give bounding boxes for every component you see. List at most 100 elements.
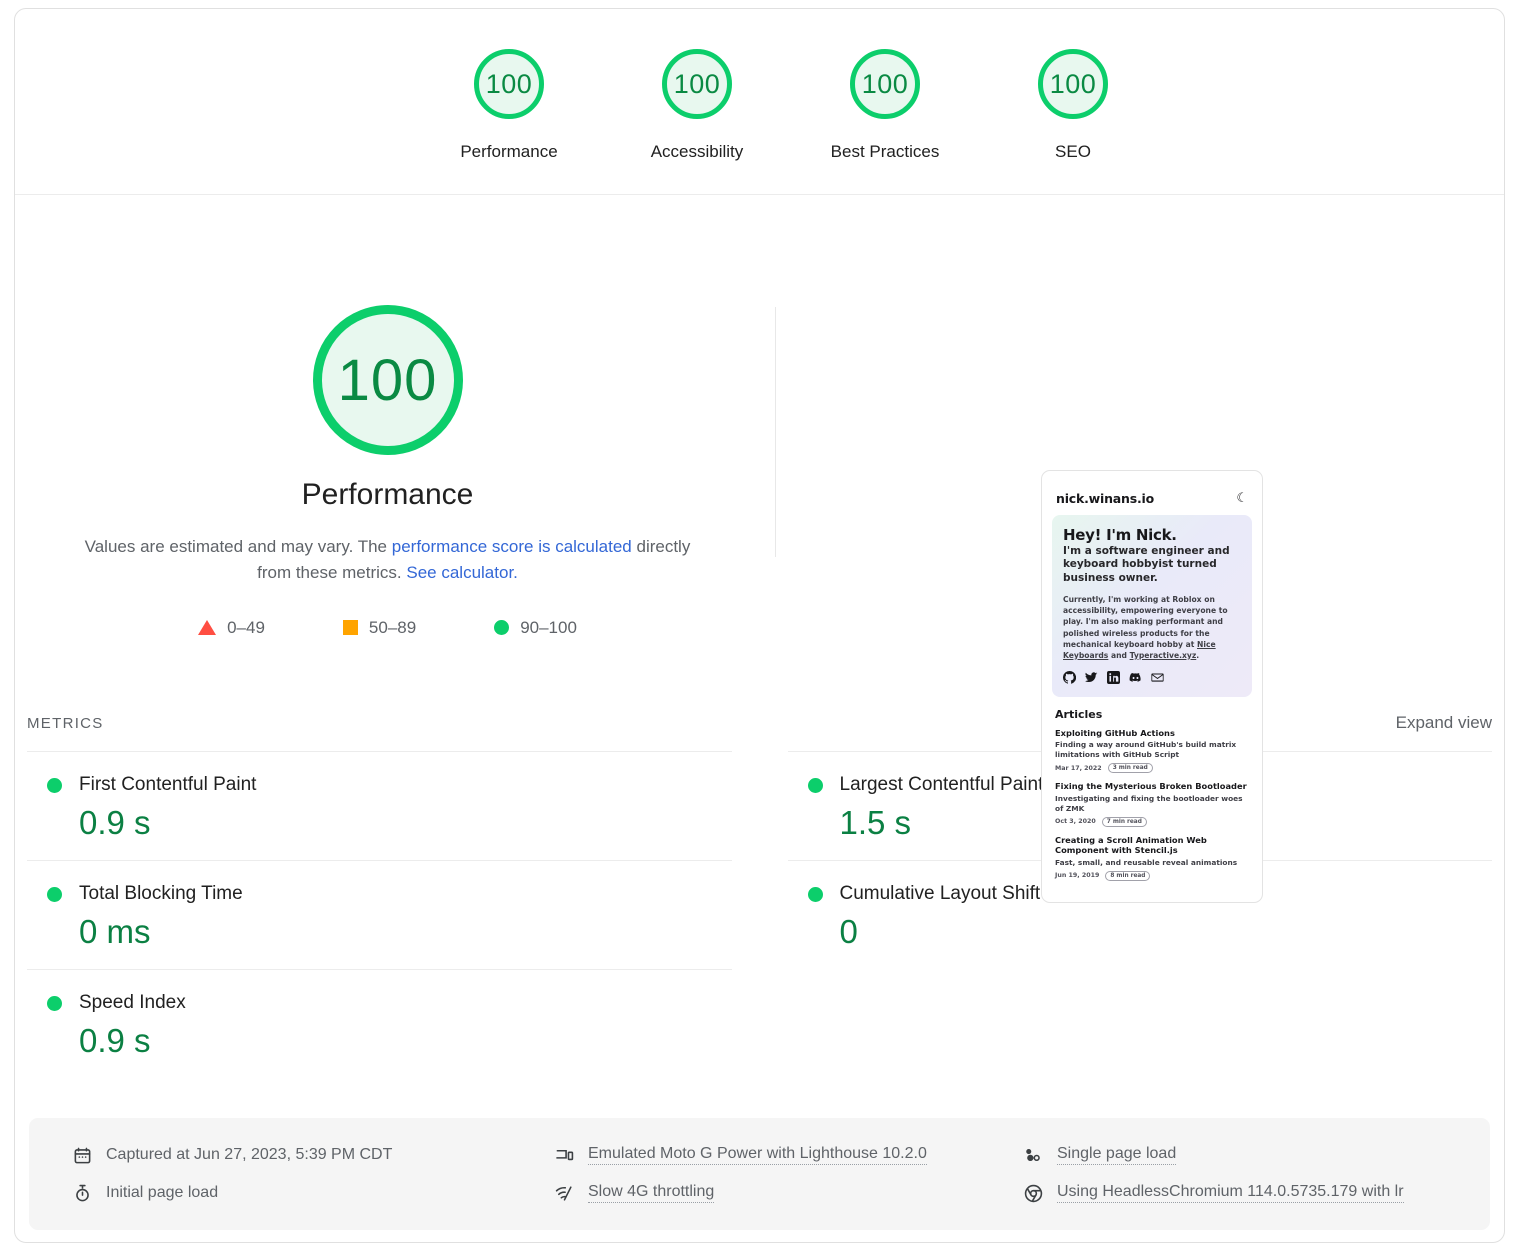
score-label: SEO <box>1055 142 1091 161</box>
article-read-time: 8 min read <box>1105 870 1151 881</box>
device-text[interactable]: Emulated Moto G Power with Lighthouse 10… <box>588 1145 927 1165</box>
category-score-accessibility[interactable]: 100 Accessibility <box>603 49 791 162</box>
devices-icon <box>555 1146 574 1165</box>
footer-column-capture: Captured at Jun 27, 2023, 5:39 PM CDT In… <box>29 1136 529 1212</box>
article-date: Jun 19, 2019 <box>1055 872 1100 880</box>
metric-value: 0 ms <box>79 913 151 950</box>
article-date: Mar 17, 2022 <box>1055 764 1102 772</box>
score-gauge: 100 <box>1038 49 1108 119</box>
article-date: Oct 3, 2020 <box>1055 818 1096 826</box>
score-gauge: 100 <box>474 49 544 119</box>
article-meta: Oct 3, 2020 7 min read <box>1055 816 1249 827</box>
report-card: 100 Performance 100 Accessibility 100 Be… <box>14 8 1505 1243</box>
score-label: Accessibility <box>650 142 744 161</box>
single-page-load-icon <box>1024 1146 1043 1165</box>
metrics-grid-spacer <box>788 969 1493 1078</box>
metrics-grid: First Contentful Paint 0.9 s Largest Con… <box>15 751 1504 1078</box>
desc-text-1: Values are estimated and may vary. The <box>84 537 392 556</box>
metric-value: 0.9 s <box>79 1022 151 1059</box>
lighthouse-report-page: 100 Performance 100 Accessibility 100 Be… <box>0 0 1519 1250</box>
footer-captured-at: Captured at Jun 27, 2023, 5:39 PM CDT <box>73 1136 529 1174</box>
footer-user-agent: Using HeadlessChromium 114.0.5735.179 wi… <box>1024 1174 1490 1212</box>
category-score-best-practices[interactable]: 100 Best Practices <box>791 49 979 162</box>
circle-pass-icon <box>807 886 823 902</box>
triangle-fail-icon <box>198 620 217 636</box>
metric-total-blocking-time[interactable]: Total Blocking Time 0 ms <box>27 860 732 969</box>
score-label: Best Practices <box>830 142 940 161</box>
metric-header: First Contentful Paint <box>27 774 732 796</box>
social-links <box>1063 670 1241 684</box>
article-meta: Mar 17, 2022 3 min read <box>1055 763 1249 774</box>
linkedin-icon <box>1107 670 1120 684</box>
see-calculator-link[interactable]: See calculator. <box>406 563 518 582</box>
metric-header: Speed Index <box>27 992 732 1014</box>
score-gauge: 100 <box>850 49 920 119</box>
legend-range: 0–49 <box>227 617 265 637</box>
throttling-text[interactable]: Slow 4G throttling <box>588 1183 715 1203</box>
footer-column-run: Single page load Using HeadlessChromium … <box>1014 1136 1490 1212</box>
metric-name: Largest Contentful Paint <box>839 774 1044 795</box>
article-description: Fast, small, and reusable reveal animati… <box>1055 857 1238 867</box>
score-value: 100 <box>861 68 909 99</box>
category-score-seo[interactable]: 100 SEO <box>979 49 1167 162</box>
performance-description: Values are estimated and may vary. The p… <box>68 534 708 587</box>
vertical-divider <box>775 307 776 557</box>
metric-name: First Contentful Paint <box>79 774 257 795</box>
article-item: Exploiting GitHub Actions Finding a way … <box>1055 728 1249 774</box>
performance-score-value: 100 <box>337 347 438 413</box>
article-read-time: 3 min read <box>1107 763 1153 774</box>
hero-title: Hey! I'm Nick. <box>1063 526 1177 544</box>
category-score-performance[interactable]: 100 Performance <box>415 49 603 162</box>
github-icon <box>1063 670 1076 684</box>
article-description: Finding a way around GitHub's build matr… <box>1055 740 1237 760</box>
twitter-icon <box>1085 671 1098 684</box>
metric-value: 0 <box>839 913 858 950</box>
hero-subtitle: I'm a software engineer and keyboard hob… <box>1063 545 1230 584</box>
site-name: nick.winans.io <box>1056 491 1154 506</box>
footer-column-environment: Emulated Moto G Power with Lighthouse 10… <box>529 1136 1014 1212</box>
article-item: Creating a Scroll Animation Web Componen… <box>1055 835 1249 881</box>
performance-gauge: 100 <box>312 305 463 455</box>
score-value: 100 <box>1049 68 1097 99</box>
performance-section: 100 Performance Values are estimated and… <box>15 195 1504 903</box>
article-item: Fixing the Mysterious Broken Bootloader … <box>1055 781 1249 827</box>
hero-body-text-3: . <box>1196 650 1200 660</box>
performance-summary: 100 Performance Values are estimated and… <box>15 195 760 638</box>
metric-name: Total Blocking Time <box>79 883 243 904</box>
footer-page-load: Initial page load <box>73 1174 529 1212</box>
chromium-icon <box>1024 1184 1043 1203</box>
email-icon <box>1151 671 1164 684</box>
square-average-icon <box>342 620 358 636</box>
thumbnail-hero: Hey! I'm Nick. I'm a software engineer a… <box>1052 515 1252 697</box>
metric-speed-index[interactable]: Speed Index 0.9 s <box>27 969 732 1078</box>
typeractive-link: Typeractive.xyz <box>1129 650 1197 660</box>
network-throttle-icon <box>555 1184 574 1203</box>
metric-name: Cumulative Layout Shift <box>839 883 1041 904</box>
performance-score-calculated-link[interactable]: performance score is calculated <box>392 537 632 556</box>
captured-at-text: Captured at Jun 27, 2023, 5:39 PM CDT <box>106 1146 393 1163</box>
score-scale-legend: 0–49 50–89 90–100 <box>198 618 577 638</box>
metric-first-contentful-paint[interactable]: First Contentful Paint 0.9 s <box>27 751 732 860</box>
footer-load-type: Single page load <box>1024 1136 1490 1174</box>
metric-name: Speed Index <box>79 992 186 1013</box>
metric-header: Total Blocking Time <box>27 883 732 905</box>
legend-item-fail: 0–49 <box>198 618 265 638</box>
article-title: Fixing the Mysterious Broken Bootloader <box>1055 781 1247 792</box>
hero-body-text-2: and <box>1108 650 1130 660</box>
footer-device: Emulated Moto G Power with Lighthouse 10… <box>555 1136 1014 1174</box>
circle-pass-icon <box>47 886 62 902</box>
article-meta: Jun 19, 2019 8 min read <box>1055 870 1249 881</box>
circle-pass-icon <box>807 777 823 793</box>
legend-range: 90–100 <box>520 617 577 637</box>
score-value: 100 <box>673 68 721 99</box>
moon-icon: ☾ <box>1236 491 1248 506</box>
articles-heading: Articles <box>1055 707 1103 721</box>
load-type-text[interactable]: Single page load <box>1057 1145 1177 1165</box>
footer-throttling: Slow 4G throttling <box>555 1174 1014 1212</box>
hero-body: Currently, I'm working at Roblox on acce… <box>1063 594 1241 660</box>
legend-range: 50–89 <box>368 617 417 637</box>
thumbnail-articles: Articles Exploiting GitHub Actions Findi… <box>1042 697 1262 881</box>
user-agent-text[interactable]: Using HeadlessChromium 114.0.5735.179 wi… <box>1057 1183 1404 1203</box>
page-load-text: Initial page load <box>106 1184 219 1201</box>
circle-pass-icon <box>494 620 510 636</box>
